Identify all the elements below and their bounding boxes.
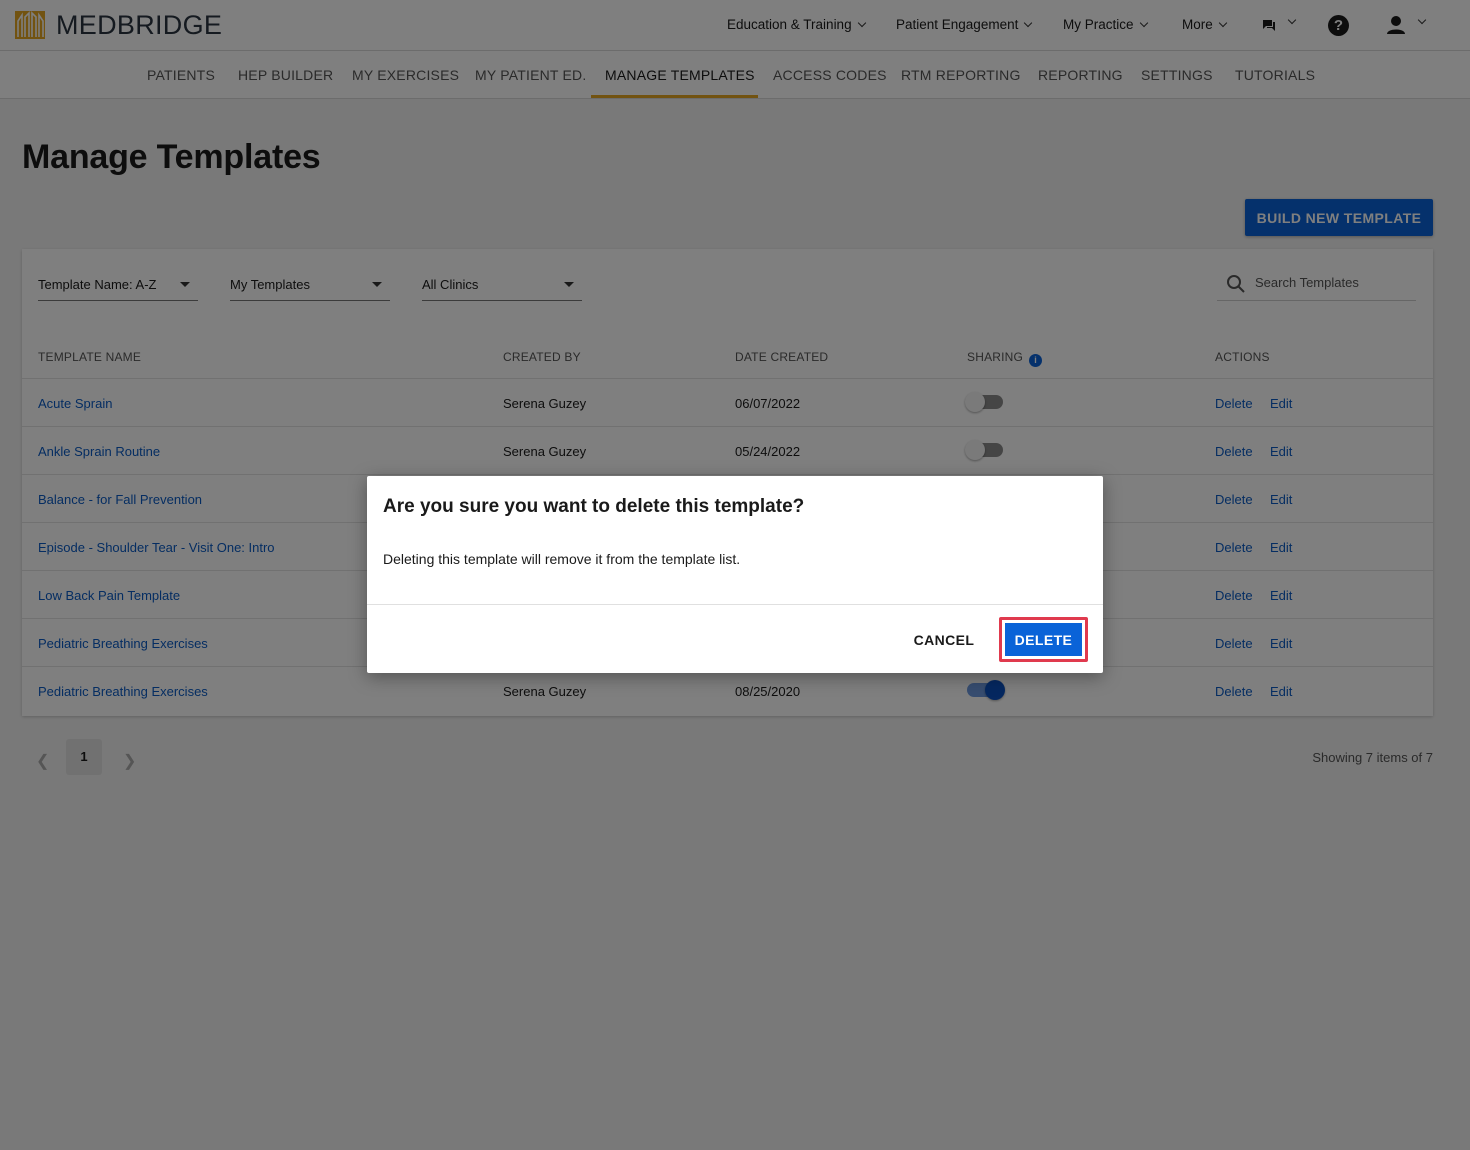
dialog-title: Are you sure you want to delete this tem… — [383, 496, 805, 517]
cancel-button[interactable]: CANCEL — [904, 624, 984, 656]
dialog-message: Deleting this template will remove it fr… — [383, 551, 741, 567]
delete-confirmation-dialog: Are you sure you want to delete this tem… — [367, 476, 1103, 673]
delete-button-highlight: DELETE — [999, 617, 1088, 662]
dialog-divider — [367, 604, 1103, 605]
delete-button[interactable]: DELETE — [1005, 623, 1082, 656]
